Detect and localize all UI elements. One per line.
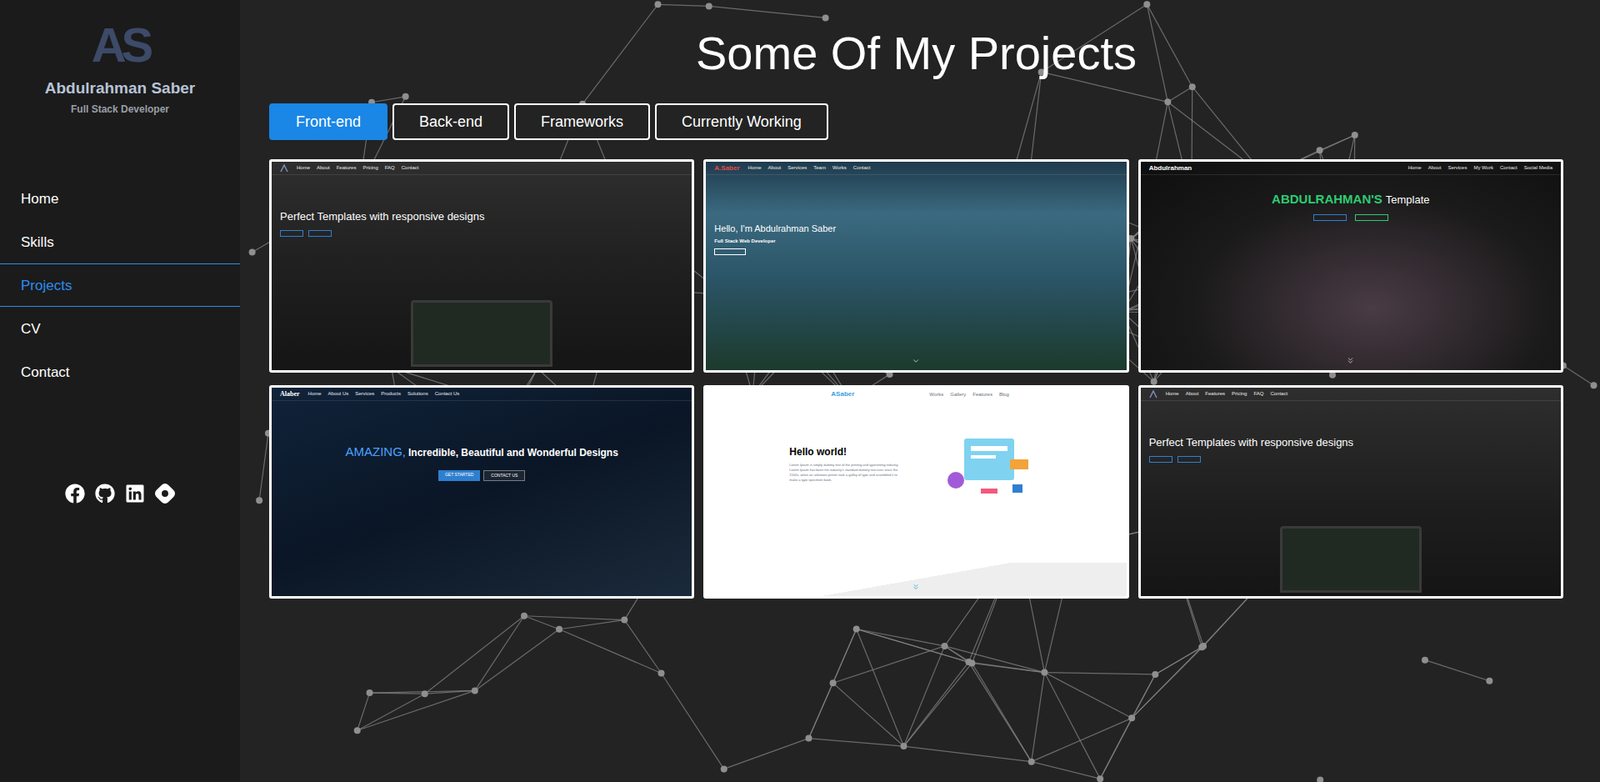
sidebar-nav: HomeSkillsProjectsCVContact xyxy=(0,176,240,394)
preview-headline: Hello world! xyxy=(789,444,906,460)
preview-nav-item: Contact xyxy=(1270,390,1288,398)
logo: AS xyxy=(91,18,150,72)
project-preview: Abdulrahman Home About Services My Work Conta… xyxy=(1140,161,1561,370)
preview-brand: ASaber xyxy=(830,389,855,400)
preview-nav-item: About xyxy=(316,164,330,172)
hashnode-icon[interactable] xyxy=(155,483,175,504)
preview-nav-item: Pricing xyxy=(1231,390,1247,398)
project-preview: Alaber Home About Us Services Products Soluti… xyxy=(271,387,692,596)
github-icon[interactable] xyxy=(95,483,115,504)
project-tab[interactable]: Back-end xyxy=(392,103,510,140)
preview-subtitle: Full Stack Web Developer xyxy=(714,237,1126,245)
preview-nav-item: Features xyxy=(1205,390,1225,398)
project-card[interactable]: ASaber Works Gallery Features Blog Hello worl… xyxy=(703,385,1129,599)
preview-body: Lorem Ipsum is simply dummy text of the … xyxy=(789,462,906,483)
preview-brand: Alaber xyxy=(280,389,300,400)
preview-nav-item: Contact xyxy=(853,164,871,172)
preview-headline: Hello, I'm Abdulrahman Saber xyxy=(714,221,1126,236)
preview-navbar: Alaber Home About Us Services Products Soluti… xyxy=(271,387,692,401)
profile: AS Abdulrahman SaberFull Stack Developer xyxy=(0,0,240,117)
scroll-down-icon xyxy=(911,356,920,365)
preview-nav-item: Features xyxy=(336,164,357,172)
project-preview: Home About Features Pricing FAQ Contact Perfec… xyxy=(271,161,692,370)
preview-logo-icon xyxy=(1149,390,1158,399)
facebook-icon[interactable] xyxy=(65,483,85,504)
linkedin-icon[interactable] xyxy=(125,483,145,504)
illustration-icon xyxy=(939,425,1040,501)
preview-headline: Perfect Templates with responsive design… xyxy=(1149,434,1561,451)
preview-nav-item: Home xyxy=(296,164,310,172)
sidebar-item[interactable]: Contact xyxy=(0,350,240,394)
project-tab[interactable]: Front-end xyxy=(269,103,388,140)
preview-nav-item: Works xyxy=(929,390,944,399)
projects-grid: Home About Features Pricing FAQ Contact Perfec… xyxy=(269,159,1564,599)
preview-nav-item: Home xyxy=(1165,390,1180,398)
preview-nav-item: Services xyxy=(1447,164,1467,172)
sidebar-item[interactable]: Home xyxy=(0,176,240,220)
preview-nav-item: FAQ xyxy=(385,164,395,172)
page-title: Some Of My Projects xyxy=(269,25,1564,81)
preview-nav-item: Home xyxy=(748,164,762,172)
preview-nav-item: Works xyxy=(832,164,847,172)
project-card[interactable]: Abdulrahman Home About Services My Work Conta… xyxy=(1138,159,1564,373)
project-preview: Home About Features Pricing FAQ Contact Perfec… xyxy=(1140,387,1561,596)
preview-nav-item: Features xyxy=(972,390,993,399)
preview-nav-item: Services xyxy=(787,164,807,172)
project-tab[interactable]: Currently Working xyxy=(655,103,829,140)
preview-nav-item: Solutions xyxy=(407,390,429,398)
preview-nav-item: My Work xyxy=(1473,164,1494,172)
portfolio-page: AS Abdulrahman SaberFull Stack Developer H… xyxy=(0,0,1600,782)
project-preview: ASaber Works Gallery Features Blog Hello worl… xyxy=(705,387,1126,596)
preview-nav-item: Home xyxy=(1408,164,1422,172)
project-card[interactable]: Alaber Home About Us Services Products Soluti… xyxy=(269,385,695,599)
profile-role: Full Stack Developer xyxy=(70,101,170,117)
profile-name: Abdulrahman Saber xyxy=(45,76,196,101)
social-links xyxy=(0,483,240,504)
projects-section: Some Of My Projects Front-endBack-endFram… xyxy=(240,0,1600,782)
preview-headline: Perfect Templates with responsive design… xyxy=(280,208,692,225)
preview-nav-item: Services xyxy=(355,390,375,398)
scroll-down-icon xyxy=(911,582,920,591)
scroll-down-icon xyxy=(1345,355,1355,365)
project-card[interactable]: Home About Features Pricing FAQ Contact Perfec… xyxy=(1138,385,1564,599)
preview-nav-item: Home xyxy=(308,390,322,398)
project-preview: A.Saber Home About Services Team Works Contact… xyxy=(705,161,1126,370)
preview-nav-item: Blog xyxy=(999,390,1010,399)
preview-button: CONTACT US xyxy=(483,470,525,482)
project-card[interactable]: A.Saber Home About Services Team Works Contact… xyxy=(703,159,1129,373)
preview-brand: A.Saber xyxy=(714,163,740,174)
preview-nav-item: Pricing xyxy=(362,164,378,172)
preview-nav-item: About xyxy=(1428,164,1442,172)
preview-nav-item: About xyxy=(768,164,782,172)
project-tabs: Front-endBack-endFrameworksCurrently Wor… xyxy=(269,103,1564,140)
project-tab[interactable]: Frameworks xyxy=(514,103,650,140)
preview-nav-item: Gallery xyxy=(950,390,966,399)
preview-navbar: Home About Features Pricing FAQ Contact xyxy=(1140,387,1561,401)
project-card[interactable]: Home About Features Pricing FAQ Contact Perfec… xyxy=(269,159,695,373)
preview-navbar: A.Saber Home About Services Team Works Contact xyxy=(705,161,1126,175)
sidebar-item[interactable]: Projects xyxy=(0,263,240,307)
sidebar-item[interactable]: Skills xyxy=(0,220,240,264)
preview-button: GET STARTED xyxy=(438,470,480,482)
preview-nav-item: Team xyxy=(813,164,826,172)
preview-navbar: ASaber Works Gallery Features Blog xyxy=(705,387,1126,401)
preview-nav-item: About Us xyxy=(328,390,350,398)
preview-brand: Abdulrahman xyxy=(1149,163,1193,174)
preview-navbar: Home About Features Pricing FAQ Contact xyxy=(271,161,692,175)
preview-logo-icon xyxy=(280,164,289,173)
preview-headline: AMAZING,Incredible, Beautiful and Wonder… xyxy=(345,442,619,462)
preview-nav-item: Social Media xyxy=(1524,164,1553,172)
sidebar-item[interactable]: CV xyxy=(0,306,240,350)
sidebar: AS Abdulrahman SaberFull Stack Developer H… xyxy=(0,0,240,782)
preview-nav-item: Products xyxy=(380,390,401,398)
preview-navbar: Abdulrahman Home About Services My Work Conta… xyxy=(1140,161,1561,175)
preview-nav-item: Contact xyxy=(1500,164,1518,172)
preview-nav-item: Contact xyxy=(401,164,420,172)
preview-nav-item: About xyxy=(1185,390,1200,398)
preview-nav-item: Contact Us xyxy=(435,390,460,398)
preview-headline: ABDULRAHMAN'STemplate xyxy=(1271,190,1430,210)
preview-nav-item: FAQ xyxy=(1253,390,1264,398)
